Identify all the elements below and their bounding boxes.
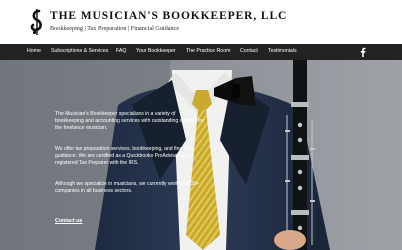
site-header: THE MUSICIAN'S BOOKKEEPER, LLC Bookkeepi… [0, 0, 402, 44]
hero-paragraph-sectors: Although we specialize in musicians, we … [55, 181, 200, 194]
contact-us-link[interactable]: Contact us [55, 218, 82, 224]
treble-clef-dollar-logo-icon[interactable] [28, 8, 46, 36]
brand-tagline: Bookkeeping | Tax Preparation | Financia… [50, 25, 180, 32]
brand-title[interactable]: THE MUSICIAN'S BOOKKEEPER, LLC [50, 10, 287, 22]
hero-section: The Musician's Bookkeeper specializes in… [0, 60, 402, 250]
nav-item-home[interactable]: Home [27, 48, 41, 54]
nav-item-practice-room[interactable]: The Practice Room [186, 48, 230, 54]
nav-item-contact[interactable]: Contact [240, 48, 258, 54]
hero-paragraph-services: We offer tax preparation services, bookk… [55, 146, 194, 166]
nav-item-your-bookkeeper[interactable]: Your Bookkeeper [136, 48, 176, 54]
main-navigation: Home Subscriptions & Services FAQ Your B… [0, 44, 402, 60]
nav-item-testimonials[interactable]: Testimonials [268, 48, 297, 54]
facebook-icon[interactable] [359, 47, 367, 57]
nav-item-faq[interactable]: FAQ [116, 48, 126, 54]
nav-item-subscriptions-services[interactable]: Subscriptions & Services [51, 48, 108, 54]
hero-paragraph-intro: The Musician's Bookkeeper specializes in… [55, 111, 204, 131]
